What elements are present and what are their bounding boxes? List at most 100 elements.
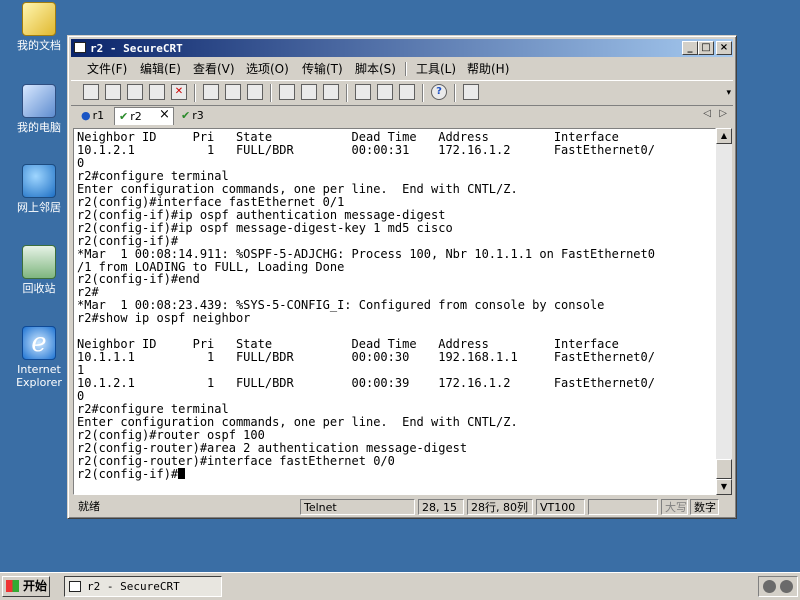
desktop-icon-label: 我的文档: [17, 39, 61, 52]
desktop-icon-label: 回收站: [22, 282, 56, 295]
sftp-icon[interactable]: [463, 84, 479, 100]
menu-bar: 文件(F) 编辑(E) 查看(V) 选项(O) 传输(T) 脚本(S) 工具(L…: [71, 59, 733, 79]
menu-transfer[interactable]: 传输(T): [302, 61, 343, 77]
terminal-line: 10.1.2.1 1 FULL/BDR 00:00:31 172.16.1.2 …: [77, 142, 655, 157]
my-computer-icon: [22, 84, 56, 118]
menu-help[interactable]: 帮助(H): [467, 61, 509, 77]
securecrt-app-icon: [74, 42, 86, 53]
menu-script[interactable]: 脚本(S): [355, 61, 396, 77]
help-icon[interactable]: ?: [431, 84, 447, 100]
terminal-line: 0: [77, 155, 85, 170]
terminal-prompt: r2(config-if)#: [77, 466, 179, 481]
taskbar: 开始 r2 - SecureCRT: [0, 572, 800, 600]
close-button[interactable]: ×: [716, 41, 732, 55]
desktop-icon-recycle-bin[interactable]: 回收站: [8, 245, 70, 295]
taskbar-item-securecrt[interactable]: r2 - SecureCRT: [64, 576, 222, 597]
desktop-icon-network-places[interactable]: 网上邻居: [8, 164, 70, 214]
menu-separator: [405, 62, 407, 76]
keymap-icon[interactable]: [399, 84, 415, 100]
toolbar-separator: [422, 84, 424, 102]
desktop-icon-internet-explorer[interactable]: e Internet Explorer: [8, 326, 70, 389]
tab-scroll-left-icon[interactable]: ◁: [703, 108, 711, 119]
menu-options[interactable]: 选项(O): [246, 61, 289, 77]
toolbar-chevron-icon[interactable]: ▾: [726, 88, 731, 98]
status-cursor-position: 28, 15: [418, 499, 464, 515]
system-tray: [758, 576, 798, 597]
connect-icon[interactable]: [83, 84, 99, 100]
terminal-line: *Mar 1 00:08:14.911: %OSPF-5-ADJCHG: Pro…: [77, 246, 655, 261]
quick-connect-icon[interactable]: [105, 84, 121, 100]
disconnect-icon[interactable]: ✕: [171, 84, 187, 100]
my-documents-icon: [22, 2, 56, 36]
title-bar[interactable]: r2 - SecureCRT _ □ ×: [71, 39, 733, 57]
tray-network-icon[interactable]: [763, 580, 776, 593]
tray-volume-icon[interactable]: [780, 580, 793, 593]
terminal-cursor: [178, 467, 186, 479]
task-label: r2 - SecureCRT: [87, 580, 180, 593]
tab-scroll-right-icon[interactable]: ▷: [719, 108, 727, 119]
find-icon[interactable]: [247, 84, 263, 100]
paste-icon[interactable]: [225, 84, 241, 100]
toolbar-separator: [454, 84, 456, 102]
terminal-line: r2(config-if)#: [77, 233, 179, 248]
toolbar: ✕ ? ▾: [71, 80, 733, 106]
desktop-icon-label: Internet Explorer: [16, 363, 62, 389]
recycle-bin-icon: [22, 245, 56, 279]
tab-close-icon[interactable]: ×: [159, 107, 170, 123]
terminal-line: 10.1.1.1 1 FULL/BDR 00:00:30 192.168.1.1…: [77, 350, 655, 365]
tab-r1[interactable]: ● r1: [77, 107, 115, 125]
desktop-icon-my-computer[interactable]: 我的电脑: [8, 84, 70, 134]
terminal-line: r2#show ip ospf neighbor: [77, 311, 251, 326]
scroll-up-button[interactable]: ▲: [716, 128, 732, 144]
maximize-button[interactable]: □: [698, 41, 714, 55]
securecrt-window: r2 - SecureCRT _ □ × 文件(F) 编辑(E) 查看(V) 选…: [67, 35, 737, 519]
status-caps-lock: 大写: [661, 499, 688, 515]
status-ready: 就绪: [78, 500, 100, 513]
session-tab-bar: ● r1 ✔ r2 × ✔ r3 ◁ ▷: [71, 106, 733, 126]
vertical-scrollbar[interactable]: ▲ ▼: [716, 128, 732, 495]
terminal-line: 10.1.2.1 1 FULL/BDR 00:00:39 172.16.1.2 …: [77, 376, 655, 391]
scroll-thumb[interactable]: [716, 459, 732, 479]
connect-tab-icon[interactable]: [127, 84, 143, 100]
print-icon[interactable]: [323, 84, 339, 100]
scroll-down-button[interactable]: ▼: [716, 479, 732, 495]
print-selection-icon[interactable]: [301, 84, 317, 100]
terminal-line: Neighbor ID Pri State Dead Time Address …: [77, 130, 619, 144]
menu-file[interactable]: 文件(F): [87, 61, 127, 77]
terminal-line: Enter configuration commands, one per li…: [77, 414, 518, 429]
menu-view[interactable]: 查看(V): [193, 61, 235, 77]
terminal-output: Neighbor ID Pri State Dead Time Address …: [74, 129, 715, 481]
menu-tools[interactable]: 工具(L): [416, 61, 456, 77]
tab-label: r1: [92, 109, 105, 122]
print-setup-icon[interactable]: [279, 84, 295, 100]
toolbar-separator: [194, 84, 196, 102]
tab-status-icon: ✔: [181, 109, 191, 122]
desktop-icon-my-documents[interactable]: 我的文档: [8, 2, 70, 52]
desktop-icon-label: 我的电脑: [17, 121, 61, 134]
desktop-icon-label: 网上邻居: [17, 201, 61, 214]
status-bar: 就绪 Telnet 28, 15 28行, 80列 VT100 大写 数字: [71, 498, 733, 516]
terminal-line: r2(config-if)#ip ospf authentication mes…: [77, 207, 446, 222]
reconnect-icon[interactable]: [149, 84, 165, 100]
status-emulation: VT100: [536, 499, 585, 515]
tab-label: r3: [192, 109, 204, 122]
status-blank: [588, 499, 658, 515]
terminal-line: r2(config-router)#area 2 authentication …: [77, 440, 468, 455]
windows-logo-icon: [6, 580, 19, 592]
minimize-button[interactable]: _: [682, 41, 698, 55]
menu-edit[interactable]: 编辑(E): [140, 61, 181, 77]
global-options-icon[interactable]: [377, 84, 393, 100]
terminal-line: r2(config)#interface fastEthernet 0/1: [77, 194, 345, 209]
internet-explorer-icon: e: [22, 326, 56, 360]
copy-icon[interactable]: [203, 84, 219, 100]
session-options-icon[interactable]: [355, 84, 371, 100]
terminal-line: r2#configure terminal: [77, 168, 229, 183]
tab-r3[interactable]: ✔ r3: [177, 107, 217, 125]
start-button[interactable]: 开始: [2, 576, 50, 597]
toolbar-separator: [270, 84, 272, 102]
status-protocol: Telnet: [300, 499, 415, 515]
terminal-view[interactable]: Neighbor ID Pri State Dead Time Address …: [73, 128, 716, 495]
terminal-line: Enter configuration commands, one per li…: [77, 181, 518, 196]
tab-label: r2: [130, 110, 142, 123]
terminal-line: r2(config-if)#end: [77, 272, 200, 287]
